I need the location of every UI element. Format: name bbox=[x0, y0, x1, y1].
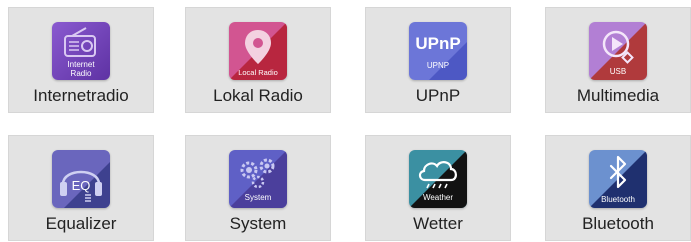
tile-label: Lokal Radio bbox=[213, 86, 303, 105]
tile-label: Bluetooth bbox=[582, 214, 654, 233]
tile-label: Internetradio bbox=[33, 86, 129, 105]
icon-caption: Internet bbox=[67, 60, 95, 69]
tile-label: System bbox=[229, 214, 287, 233]
tile-label: UPnP bbox=[415, 86, 461, 105]
menu-tile-multimedia[interactable]: USB Multimedia bbox=[545, 7, 691, 113]
menu-tile-internetradio[interactable]: Internet Radio Internetradio bbox=[8, 7, 154, 113]
internet-radio-icon: Internet Radio bbox=[52, 22, 110, 80]
tile-label: Wetter bbox=[413, 214, 463, 233]
weather-cloud-icon: Weather bbox=[409, 150, 467, 208]
bluetooth-icon: Bluetooth bbox=[589, 150, 647, 208]
main-menu-grid: Internet Radio Internetradio Local Radio… bbox=[0, 0, 691, 242]
menu-tile-equalizer[interactable]: EQ Equalizer bbox=[8, 135, 154, 241]
icon-caption: Bluetooth bbox=[601, 195, 635, 204]
icon-caption: Local Radio bbox=[238, 68, 278, 77]
tile-label: Multimedia bbox=[576, 86, 660, 105]
upnp-icon: UPnP UPNP bbox=[409, 22, 467, 80]
icon-caption: Weather bbox=[423, 193, 453, 202]
location-pin-icon: Local Radio bbox=[229, 22, 287, 80]
icon-caption: Radio bbox=[71, 69, 92, 78]
icon-caption: USB bbox=[610, 67, 626, 76]
menu-tile-wetter[interactable]: Weather Wetter bbox=[365, 135, 511, 241]
icon-caption: UPnP bbox=[415, 34, 460, 53]
gears-icon: System bbox=[229, 150, 287, 208]
menu-tile-lokal-radio[interactable]: Local Radio Lokal Radio bbox=[185, 7, 331, 113]
icon-caption: EQ bbox=[72, 178, 91, 193]
icon-caption: System bbox=[245, 193, 272, 202]
usb-play-icon: USB bbox=[589, 22, 647, 80]
equalizer-headphones-icon: EQ bbox=[52, 150, 110, 208]
menu-tile-upnp[interactable]: UPnP UPNP UPnP bbox=[365, 7, 511, 113]
tile-label: Equalizer bbox=[45, 214, 117, 233]
menu-tile-bluetooth[interactable]: Bluetooth Bluetooth bbox=[545, 135, 691, 241]
icon-caption: UPNP bbox=[427, 61, 449, 70]
menu-tile-system[interactable]: System System bbox=[185, 135, 331, 241]
